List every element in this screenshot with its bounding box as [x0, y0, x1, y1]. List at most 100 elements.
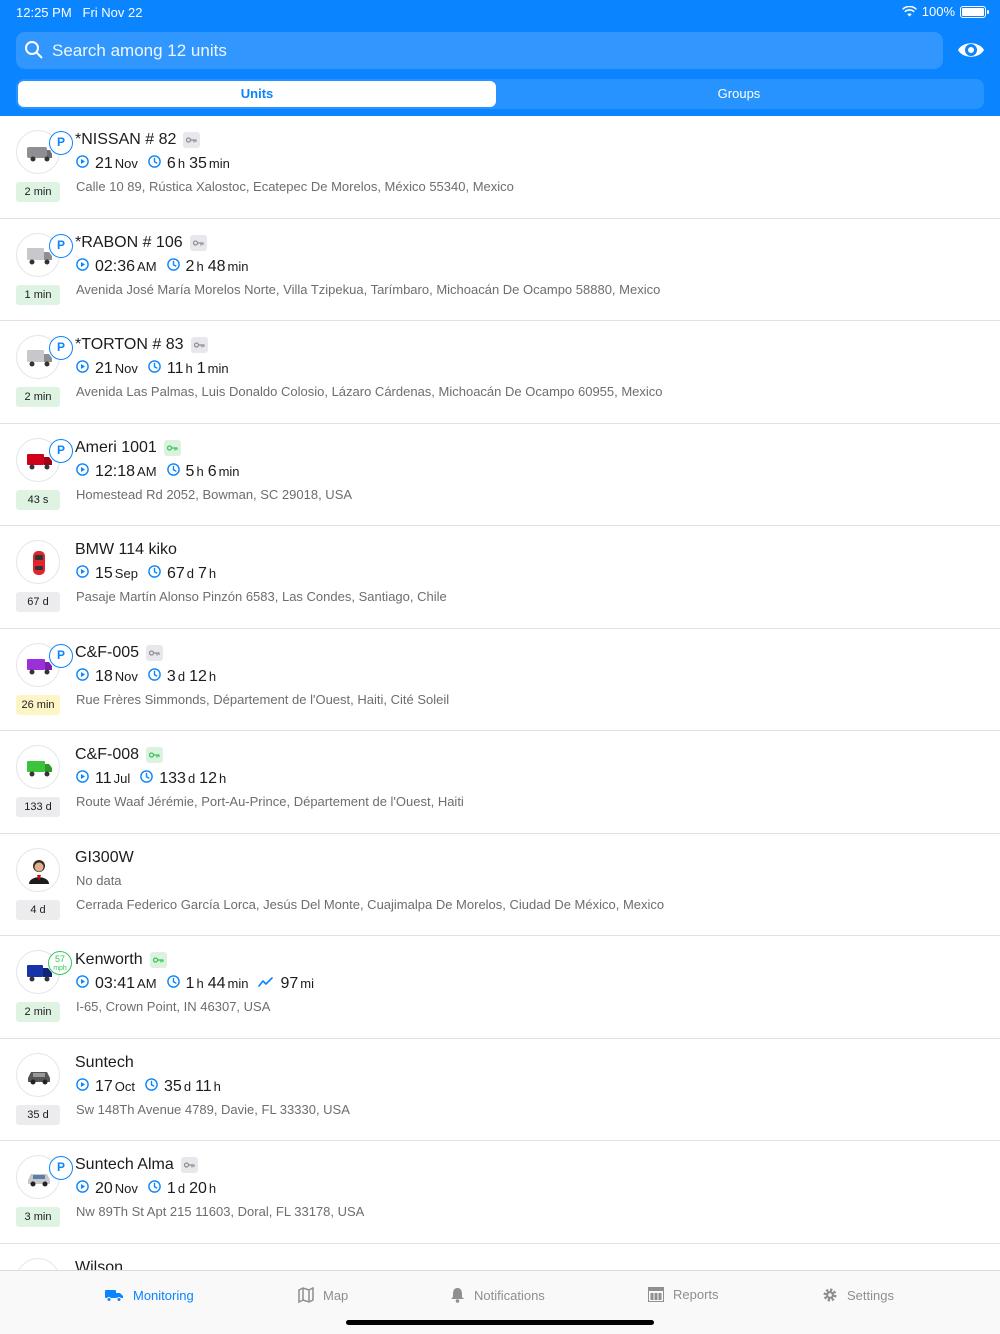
play-icon: [76, 975, 89, 988]
unit-name: GI300W: [75, 848, 134, 866]
last-message-age: 4 d: [16, 899, 60, 920]
search-icon: [25, 41, 43, 59]
tab-units[interactable]: Units: [18, 81, 496, 107]
info-unit: h: [177, 156, 186, 171]
unit-list[interactable]: P2 min *NISSAN # 82 21 Nov 6 h 35 min Calle 10 8…: [0, 116, 1000, 1270]
ignition-key-icon: [190, 337, 208, 353]
info-item: 5 h 6 min: [166, 462, 240, 481]
unit-name: BMW 114 kiko: [75, 541, 177, 558]
unit-address: Nw 89Th St Apt 215 11603, Doral, FL 3317…: [76, 1204, 365, 1219]
tab-monitoring[interactable]: Monitoring: [104, 1287, 194, 1303]
info-unit: Nov: [114, 668, 138, 684]
unit-row[interactable]: P 43 s Ameri 1001 12:18 AM 5 h 6 min Homestead Rd…: [0, 423, 1000, 526]
info-item: 97 mi: [258, 975, 314, 993]
unit-row[interactable]: 133 d C&F-008 11 Jul 133 d 12 h Route Waaf Jérém…: [0, 731, 1000, 834]
unit-row[interactable]: 35 d Suntech 17 Oct 35 d 11 h Sw 148Th Avenue 47…: [0, 1038, 1000, 1141]
last-message-age: 3 min: [16, 1207, 60, 1227]
unit-address: Avenida José María Morelos Norte, Villa …: [76, 281, 661, 297]
tab-groups[interactable]: Groups: [500, 81, 978, 107]
unit-row[interactable]: 67 d BMW 114 kiko 15 Sep 67 d 7 h Pasaje Martín …: [0, 526, 1000, 629]
info-value: 11: [166, 360, 184, 377]
info-item: 18 Nov: [76, 668, 138, 686]
info-unit: h: [185, 361, 193, 376]
tab-settings-label: Settings: [847, 1287, 894, 1303]
unit-name: C&F-005: [75, 643, 140, 661]
info-unit-2: h: [208, 668, 217, 684]
unit-row[interactable]: P 1 min *RABON # 106 02:36 AM 2 h 48 min Avenida …: [0, 218, 1000, 321]
play-icon: [76, 667, 89, 681]
tab-map[interactable]: Map: [298, 1287, 348, 1303]
status-bar: 12:25 PM Fri Nov 22 100%: [0, 0, 1000, 24]
info-unit-2: min: [227, 258, 249, 274]
unit-row[interactable]: 4 d GI300W No data Cerrada Federico García …: [0, 833, 1000, 936]
play-icon: [76, 770, 89, 783]
info-value-2: 1: [196, 360, 206, 377]
unit-row[interactable]: P 26 min C&F-005 18 Nov 3 d 12 h Rue Frères Simmo…: [0, 628, 1000, 731]
info-item: 21 Nov: [76, 360, 138, 378]
tab-settings[interactable]: Settings: [822, 1287, 894, 1303]
unit-row[interactable]: P3 min Suntech Alma 20 Nov 1 d 20 h Nw 89Th St A…: [0, 1141, 1000, 1244]
info-unit-2: h: [208, 1181, 217, 1196]
unit-name: *TORTON # 83: [75, 336, 184, 353]
search-input[interactable]: [52, 32, 932, 69]
unit-row[interactable]: P 2 min *NISSAN # 82 21 Nov 6 h 35 min Calle 10 8…: [0, 116, 1000, 219]
info-value-2: 6: [207, 462, 217, 480]
info-unit: h: [196, 976, 204, 991]
wifi-icon: [901, 6, 917, 17]
status-right: 100%: [901, 4, 989, 19]
unit-address: I-65, Crown Point, IN 46307, USA: [76, 999, 271, 1014]
parking-badge: P: [49, 1156, 73, 1180]
info-unit: d: [187, 771, 196, 786]
info-unit: Sep: [114, 566, 138, 581]
unit-name-row: *NISSAN # 82: [75, 131, 201, 149]
info-value: 2: [185, 257, 195, 275]
last-message-age: 26 min: [16, 694, 60, 715]
ignition-key-icon: [146, 644, 164, 661]
unit-info: 18 Nov 3 d 12 h: [76, 668, 226, 686]
info-unit: d: [177, 1181, 186, 1196]
info-value: 15: [95, 565, 113, 582]
unit-name-row: C&F-005: [75, 643, 164, 662]
clock-icon: [166, 975, 180, 988]
info-item: 20 Nov: [76, 1180, 138, 1198]
eye-icon[interactable]: [957, 40, 985, 60]
clock-icon: [148, 155, 161, 168]
unit-name-row: GI300W: [75, 849, 134, 867]
unit-address: Cerrada Federico García Lorca, Jesús Del…: [76, 896, 665, 912]
unit-row[interactable]: P 2 min *TORTON # 83 21 Nov 11 h 1 min Avenida La…: [0, 321, 1000, 424]
unit-row[interactable]: Wilson: [0, 1243, 1000, 1271]
info-value: 133: [159, 770, 186, 787]
clock-icon: [148, 565, 161, 578]
unit-address: Calle 10 89, Rústica Xalostoc, Ecatepec …: [76, 179, 514, 194]
info-value: 35: [164, 1077, 182, 1095]
search-bar[interactable]: [16, 32, 943, 69]
info-value-2: 48: [207, 257, 226, 275]
info-unit: d: [183, 1078, 192, 1094]
bell-icon: [451, 1288, 464, 1303]
tab-notifications[interactable]: Notifications: [450, 1287, 545, 1303]
info-value-2: 35: [189, 155, 207, 172]
green-truck-icon: [27, 761, 52, 777]
segmented-control: Units Groups: [16, 79, 984, 109]
map-icon: [298, 1287, 314, 1303]
info-unit: h: [196, 258, 204, 274]
unit-name-row: Wilson: [75, 1259, 123, 1271]
clock-icon: [145, 1077, 158, 1091]
clock-icon: [166, 257, 180, 271]
speed-value: 57: [54, 954, 65, 964]
trend-icon: [258, 976, 274, 988]
info-item: 3 d 12 h: [148, 668, 216, 686]
unit-row[interactable]: 57 mph 2 min Kenworth 03:41 AM 1 h 44 min 97 mi I-65…: [0, 936, 1000, 1039]
info-unit: Oct: [114, 1078, 136, 1094]
unit-name: Suntech: [75, 1053, 134, 1071]
info-item: 02:36 AM: [76, 258, 157, 276]
tab-reports[interactable]: Reports: [648, 1287, 719, 1302]
info-unit: AM: [137, 463, 157, 479]
last-message-age: 35 d: [16, 1104, 60, 1125]
unit-address: Rue Frères Simmonds, Département de l'Ou…: [76, 691, 450, 707]
info-value: 1: [166, 1180, 176, 1197]
info-value: 1: [185, 975, 195, 992]
unit-name-row: *RABON # 106: [75, 234, 207, 252]
play-icon: [76, 257, 89, 271]
info-unit: AM: [137, 976, 157, 991]
